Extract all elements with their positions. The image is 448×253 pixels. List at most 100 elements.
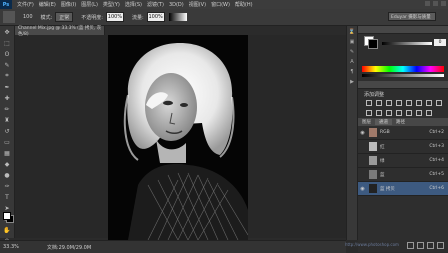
- channel-row-blue-copy[interactable]: ◉ 蓝 拷贝 Ctrl+6: [358, 182, 448, 196]
- menu-select[interactable]: 选择(S): [125, 1, 142, 8]
- grey-slider-value[interactable]: 0: [434, 39, 446, 46]
- eraser-tool-icon[interactable]: ▭: [3, 138, 12, 146]
- document-canvas[interactable]: [108, 35, 248, 240]
- menu-filter[interactable]: 滤镜(T): [147, 1, 164, 8]
- channel-shortcut: Ctrl+2: [429, 130, 444, 135]
- save-selection-icon[interactable]: [417, 242, 424, 249]
- stamp-tool-icon[interactable]: ♜: [3, 116, 12, 124]
- watermark-text: http://www.photoshop.com: [345, 242, 399, 247]
- adjustment-icons: [366, 100, 442, 116]
- type-tool-icon[interactable]: T: [3, 193, 12, 201]
- threshold-icon[interactable]: [406, 110, 412, 116]
- opacity-input[interactable]: 100%: [105, 12, 124, 22]
- brush-panel-icon[interactable]: ✎: [349, 49, 355, 55]
- channel-row-blue[interactable]: 蓝 Ctrl+5: [358, 168, 448, 182]
- channel-mixer-icon[interactable]: [376, 110, 382, 116]
- brush-tool-icon[interactable]: ✏: [3, 105, 12, 113]
- gradient-swatch[interactable]: [168, 13, 187, 21]
- curves-icon[interactable]: [386, 100, 392, 106]
- mode-select[interactable]: 正常: [55, 12, 74, 22]
- vibrance-icon[interactable]: [406, 100, 412, 106]
- photo-filter-icon[interactable]: [366, 110, 372, 116]
- app-logo: Ps: [0, 0, 12, 9]
- menu-view[interactable]: 视图(V): [189, 1, 206, 8]
- channel-row-red[interactable]: 红 Ctrl+3: [358, 140, 448, 154]
- color-balance-icon[interactable]: [426, 100, 432, 106]
- channel-thumbnail: [369, 184, 377, 193]
- color-panel-foreground-swatch[interactable]: [368, 39, 378, 49]
- healing-tool-icon[interactable]: ✚: [3, 94, 12, 102]
- lasso-tool-icon[interactable]: ʘ: [3, 50, 12, 58]
- properties-panel-icon[interactable]: ▣: [349, 39, 355, 45]
- mode-label: 模式:: [40, 14, 53, 21]
- menu-type[interactable]: 类型(Y): [103, 1, 120, 8]
- character-panel-icon[interactable]: A: [349, 59, 355, 65]
- channel-thumbnail: [369, 156, 377, 165]
- workspace-dropdown[interactable]: Eduyar 摄影与质量: [388, 12, 436, 21]
- zoom-level[interactable]: 33.3%: [3, 244, 19, 250]
- hand-tool-icon[interactable]: ✋: [3, 226, 12, 234]
- channel-row-green[interactable]: 绿 Ctrl+4: [358, 154, 448, 168]
- paragraph-panel-icon[interactable]: ¶: [349, 69, 355, 75]
- tab-channels[interactable]: 通道: [375, 119, 392, 125]
- channel-shortcut: Ctrl+6: [429, 186, 444, 191]
- eye-icon[interactable]: ◉: [358, 130, 367, 136]
- adjustments-title: 添加调整: [364, 92, 385, 98]
- greyscale-ramp[interactable]: [362, 74, 444, 77]
- document-tab[interactable]: Channel Mix.jpg @ 33.3% (蓝 拷贝, 灰色/8): [15, 26, 105, 37]
- exposure-icon[interactable]: [396, 100, 402, 106]
- menu-layer[interactable]: 图层(L): [81, 1, 98, 8]
- levels-icon[interactable]: [376, 100, 382, 106]
- flow-input[interactable]: 100%: [146, 12, 165, 22]
- channel-name: RGB: [380, 130, 390, 135]
- menu-image[interactable]: 图像(I): [61, 1, 76, 8]
- quick-select-tool-icon[interactable]: ✎: [3, 61, 12, 69]
- options-bar: 100 模式: 正常 不透明度: 100% 流量: 100%: [0, 9, 448, 26]
- new-channel-icon[interactable]: [427, 242, 434, 249]
- delete-channel-icon[interactable]: [437, 242, 444, 249]
- black-white-icon[interactable]: [436, 100, 442, 106]
- posterize-icon[interactable]: [396, 110, 402, 116]
- brush-tool-preset-icon[interactable]: [3, 11, 15, 23]
- dodge-tool-icon[interactable]: ●: [3, 171, 12, 179]
- marquee-tool-icon[interactable]: ⬚: [3, 39, 12, 47]
- menu-help[interactable]: 帮助(H): [235, 1, 253, 8]
- flow-label: 流量:: [131, 14, 144, 21]
- maximize-button[interactable]: [433, 1, 438, 6]
- load-selection-icon[interactable]: [407, 242, 414, 249]
- history-panel-icon[interactable]: ⌛: [349, 29, 355, 35]
- channel-thumbnail: [369, 142, 377, 151]
- hue-saturation-icon[interactable]: [416, 100, 422, 106]
- grey-slider[interactable]: [382, 42, 432, 45]
- blur-tool-icon[interactable]: ◆: [3, 160, 12, 168]
- brightness-contrast-icon[interactable]: [366, 100, 372, 106]
- invert-icon[interactable]: [386, 110, 392, 116]
- inverted-portrait-image: [108, 35, 248, 240]
- menu-file[interactable]: 文件(F): [17, 1, 34, 8]
- move-tool-icon[interactable]: ✥: [3, 28, 12, 36]
- menu-edit[interactable]: 编辑(E): [39, 1, 56, 8]
- color-spectrum-ramp[interactable]: [362, 66, 444, 72]
- channels-panel-tabs: 图层 通道 路径: [358, 118, 448, 126]
- eyedropper-tool-icon[interactable]: ✒: [3, 83, 12, 91]
- foreground-background-colors[interactable]: [3, 212, 14, 223]
- path-select-tool-icon[interactable]: ➤: [3, 204, 12, 212]
- gradient-tool-icon[interactable]: ▦: [3, 149, 12, 157]
- foreground-color-swatch[interactable]: [3, 212, 11, 220]
- selective-color-icon[interactable]: [426, 110, 432, 116]
- close-button[interactable]: [441, 1, 446, 6]
- minimize-button[interactable]: [425, 1, 430, 6]
- history-brush-icon[interactable]: ↺: [3, 127, 12, 135]
- tab-paths[interactable]: 路径: [392, 119, 409, 125]
- gradient-map-icon[interactable]: [416, 110, 422, 116]
- eye-icon[interactable]: ◉: [358, 186, 367, 192]
- tab-layers[interactable]: 图层: [358, 119, 375, 125]
- brush-size-label[interactable]: 100: [23, 14, 33, 20]
- pen-tool-icon[interactable]: ✑: [3, 182, 12, 190]
- crop-tool-icon[interactable]: ⌗: [3, 72, 12, 80]
- document-info[interactable]: 文档:29.0M/29.0M: [47, 244, 91, 251]
- actions-panel-icon[interactable]: ▶: [349, 79, 355, 85]
- menu-3d[interactable]: 3D(D): [169, 2, 184, 8]
- menu-window[interactable]: 窗口(W): [211, 1, 230, 8]
- channel-row-rgb[interactable]: ◉ RGB Ctrl+2: [358, 126, 448, 140]
